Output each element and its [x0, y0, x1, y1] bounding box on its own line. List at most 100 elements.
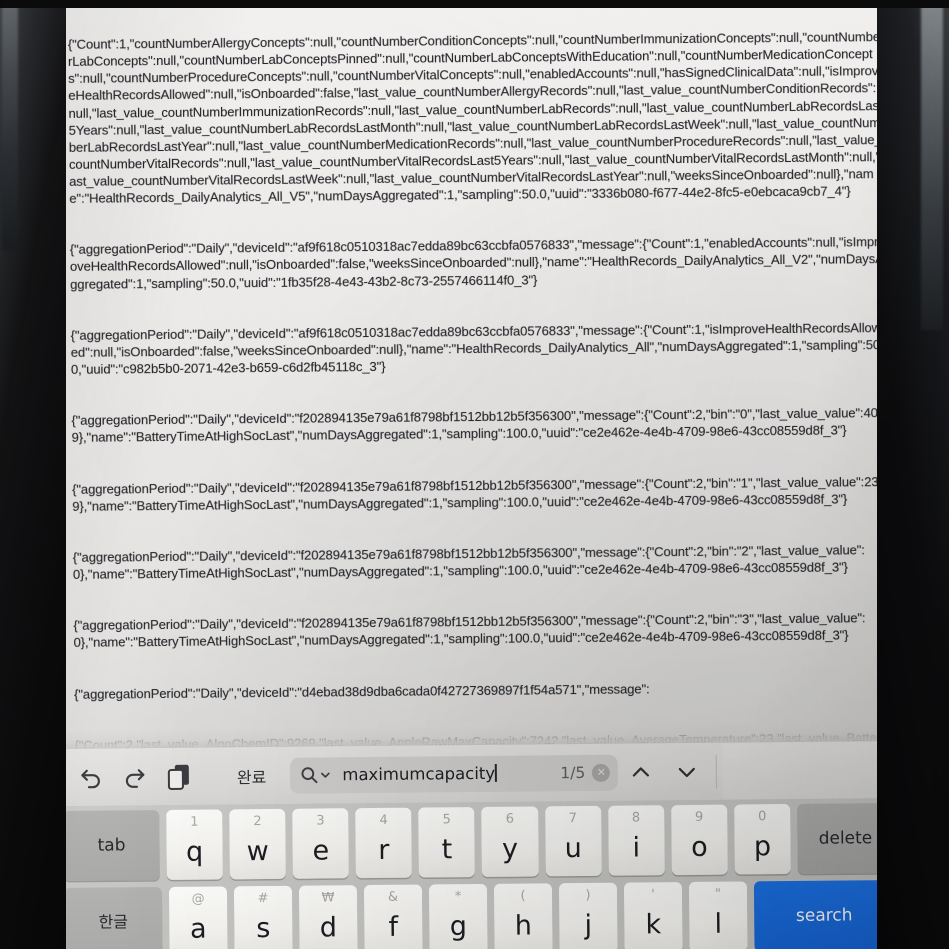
key-label: delete [818, 827, 873, 849]
keyboard-row-2: 한글 @ a # s ₩ d & f * g(h) j ' k " l search [63, 880, 895, 949]
key-alt-label: * [454, 889, 462, 905]
undo-icon[interactable] [69, 755, 113, 799]
search-scope-dropdown[interactable] [300, 765, 331, 784]
key-label: l [714, 908, 723, 940]
chevron-down-icon [679, 767, 696, 777]
key-h[interactable]: (h [493, 883, 553, 949]
key-label: j [584, 909, 593, 941]
key-label: g [449, 910, 468, 942]
key-d[interactable]: ₩ d [298, 885, 358, 949]
find-query-text[interactable]: maximumcapacity [342, 763, 560, 784]
key-alt-label: ( [520, 888, 526, 904]
key-label: k [645, 908, 662, 940]
device-bezel-top [0, 0, 949, 8]
key-alt-label: ) [585, 887, 591, 903]
key-label: i [632, 831, 641, 864]
device-bezel-left [0, 0, 66, 949]
key-label: search [795, 904, 853, 926]
paste-icon[interactable] [157, 754, 201, 798]
key-label: t [441, 833, 453, 865]
key-label: r [378, 834, 390, 866]
key-label: tab [97, 834, 126, 856]
chevron-up-icon [633, 766, 650, 777]
log-record: {"aggregationPeriod":"Daily","deviceId":… [70, 319, 884, 377]
text-caret [495, 763, 497, 782]
key-alt-label: 1 [190, 814, 199, 830]
log-record: {"aggregationPeriod":"Daily","deviceId":… [73, 610, 866, 651]
key-label: 한글 [98, 912, 129, 932]
key-r[interactable]: 4r [355, 807, 413, 879]
key-label: s [256, 912, 271, 944]
key-k[interactable]: ' k [623, 882, 683, 949]
json-log-body: {"Count":1,"countNumberAllergyConcepts":… [67, 0, 890, 748]
key-label: y [501, 833, 519, 865]
key-alt-label: 6 [505, 811, 515, 827]
key-alt-label: @ [191, 891, 205, 907]
match-counter: 1/5 [560, 763, 586, 782]
key-e[interactable]: 3e [292, 808, 350, 879]
key-label: a [189, 913, 207, 945]
key-i[interactable]: 8i [607, 805, 665, 876]
chevron-down-icon [321, 772, 331, 778]
key-alt-label: & [387, 889, 399, 905]
key-l[interactable]: " l [688, 881, 748, 949]
tablet-screen: {"Count":1,"countNumberAllergyConcepts":… [51, 0, 938, 949]
key-alt-label: 4 [379, 812, 388, 828]
find-query-value: maximumcapacity [342, 763, 496, 785]
key-alt-label: 5 [442, 812, 451, 828]
key-alt-label: " [714, 886, 722, 902]
key-label: d [319, 911, 338, 944]
key-f[interactable]: & f [363, 884, 423, 949]
key-w[interactable]: 2w [229, 808, 287, 880]
key-alt-label: 3 [316, 813, 325, 829]
previous-match-button[interactable] [618, 750, 664, 794]
find-search-field[interactable]: maximumcapacity 1/5 ✕ [290, 754, 619, 794]
key-j[interactable]: ) j [558, 882, 618, 949]
key-label: e [312, 834, 330, 867]
key-o[interactable]: 9o [670, 804, 728, 876]
log-record: {"aggregationPeriod":"Daily","deviceId":… [72, 542, 865, 582]
find-toolbar: 완료 maximumcapacity 1/5 ✕ [58, 739, 938, 807]
key-s[interactable]: # s [233, 885, 293, 949]
key-label: o [690, 831, 708, 863]
key-search[interactable]: search [753, 880, 895, 949]
key-alt-label: 7 [568, 811, 578, 827]
log-record: {"Count":1,"countNumberAllergyConcepts":… [67, 29, 884, 206]
key-alt-label: 2 [253, 814, 262, 830]
key-u[interactable]: 7u [544, 805, 602, 877]
log-record: {"aggregationPeriod":"Daily","deviceId":… [72, 473, 886, 514]
key-p[interactable]: 0p [734, 804, 791, 875]
clear-search-icon[interactable]: ✕ [592, 763, 611, 782]
key-label: p [753, 830, 772, 862]
keyboard-row-1: tab 1 q 2 w 3 e 4 r 5 t 6 y 7 u 8 i 9 o 0 p delete [63, 803, 894, 881]
key-tab[interactable]: tab [63, 810, 160, 881]
json-log-text-viewer[interactable]: {"Count":1,"countNumberAllergyConcepts":… [51, 0, 899, 749]
key-label: u [564, 832, 582, 864]
key-y[interactable]: 6y [481, 806, 539, 877]
redo-icon[interactable] [113, 755, 157, 799]
key-g[interactable]: * g [428, 883, 488, 949]
next-match-button[interactable] [664, 749, 710, 793]
log-record: {"aggregationPeriod":"Daily","deviceId":… [69, 234, 884, 292]
on-screen-keyboard: tab 1 q 2 w 3 e 4 r 5 t 6 y 7 u 8 i 9 o 0 p delete 한글 @ a # s ₩ d & f… [59, 797, 901, 949]
key-label: w [246, 835, 269, 867]
key-alt-label: # [257, 891, 269, 907]
key-alt-label: 8 [631, 810, 641, 826]
done-button[interactable]: 완료 [227, 763, 277, 787]
key-alt-label: ₩ [321, 890, 335, 906]
device-bezel-right [877, 0, 949, 949]
photographed-tablet-screen: {"Count":1,"countNumberAllergyConcepts":… [0, 0, 949, 949]
key-label: q [185, 836, 204, 868]
key-alt-label: 0 [757, 809, 767, 825]
log-record-last-header: {"aggregationPeriod":"Daily","deviceId":… [74, 681, 650, 702]
key-hangul[interactable]: 한글 [63, 887, 163, 949]
key-t[interactable]: 5t [418, 807, 476, 878]
key-q[interactable]: 1q [166, 809, 223, 880]
key-a[interactable]: @ a [168, 886, 228, 949]
log-record: {"aggregationPeriod":"Daily","deviceId":… [71, 405, 886, 446]
key-label: h [514, 909, 533, 942]
key-label: f [388, 911, 399, 943]
search-icon [301, 767, 318, 784]
toolbar-divider [716, 754, 718, 789]
key-alt-label: ' [651, 887, 655, 903]
